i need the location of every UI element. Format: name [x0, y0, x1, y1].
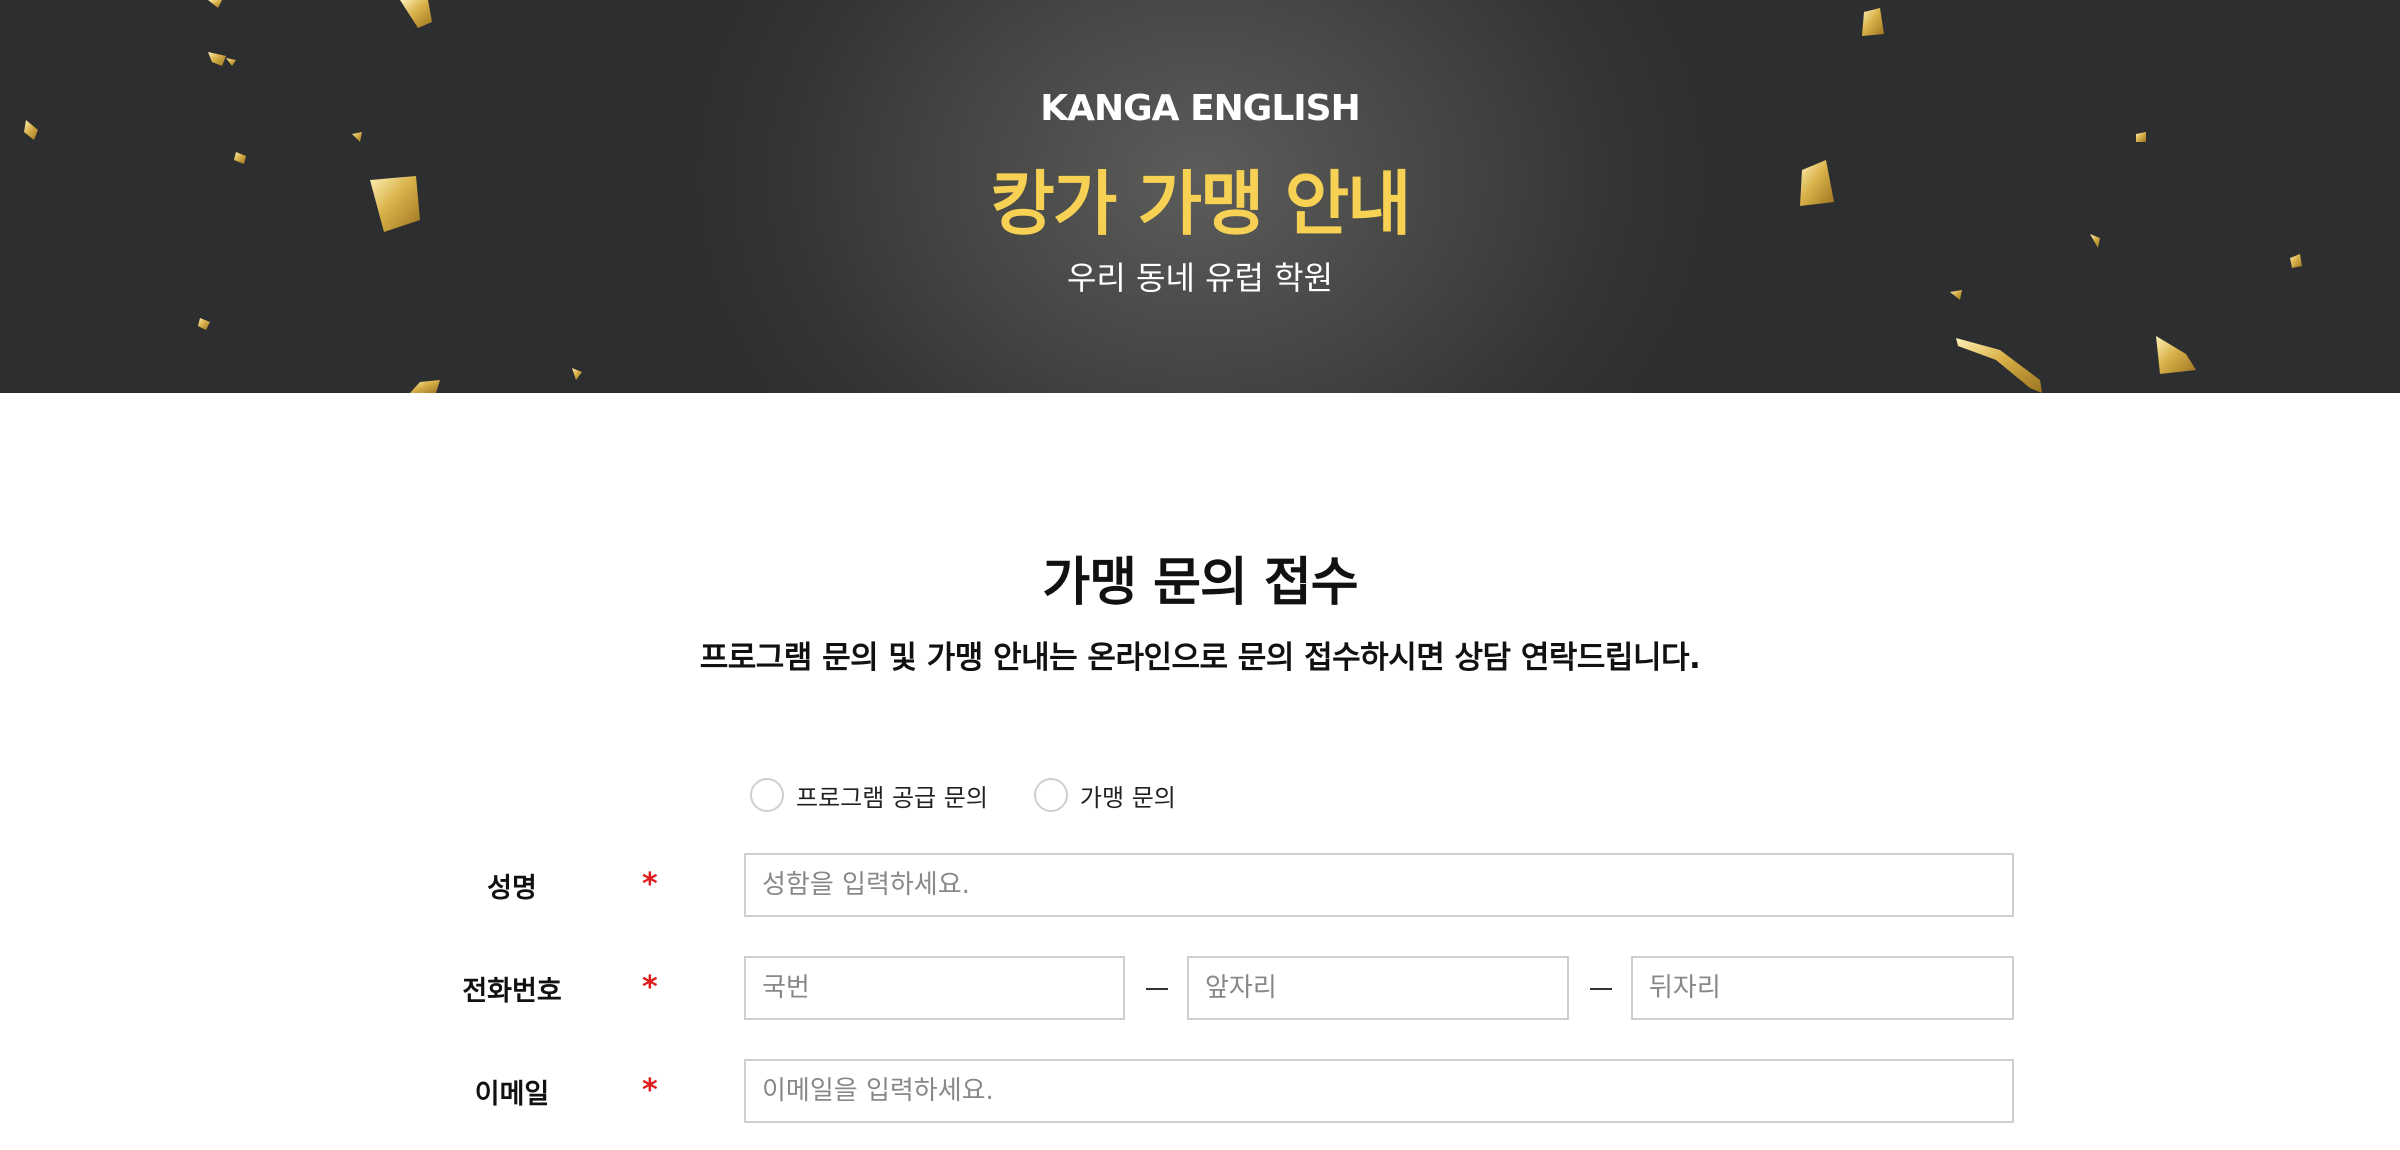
- brand-name: KANGA ENGLISH: [1040, 88, 1361, 129]
- radio-label: 프로그램 공급 문의: [796, 783, 988, 812]
- inquiry-title: 가맹 문의 접수: [1042, 553, 1358, 613]
- phone-separator: [1590, 988, 1612, 990]
- radio-button[interactable]: [1033, 778, 1068, 812]
- email-label: 이메일: [474, 1079, 550, 1110]
- phone-back-input[interactable]: [1631, 956, 2014, 1020]
- inquiry-type-radio-group: 프로그램 공급 문의 가맹 문의: [750, 775, 1222, 815]
- radio-button[interactable]: [750, 778, 784, 812]
- phone-area-input[interactable]: [744, 956, 1125, 1020]
- required-mark: *: [642, 1073, 658, 1108]
- banner-headline: 캉가 가맹 안내: [990, 163, 1411, 245]
- phone-label: 전화번호: [462, 976, 562, 1007]
- phone-front-input[interactable]: [1187, 956, 1569, 1020]
- required-mark: *: [642, 970, 658, 1005]
- email-input[interactable]: [744, 1059, 2014, 1123]
- required-mark: *: [642, 867, 658, 902]
- radio-franchise-inquiry[interactable]: 가맹 문의: [1033, 778, 1176, 813]
- hero-banner: KANGA ENGLISH 캉가 가맹 안내 우리 동네 유럽 학원: [0, 0, 2400, 393]
- name-label: 성명: [487, 873, 537, 904]
- inquiry-description: 프로그램 문의 및 가맹 안내는 온라인으로 문의 접수하시면 상담 연락드립니…: [699, 640, 1701, 676]
- radio-label: 가맹 문의: [1079, 783, 1176, 812]
- name-input[interactable]: [744, 853, 2014, 917]
- banner-tagline: 우리 동네 유럽 학원: [1066, 259, 1334, 297]
- radio-program-supply-inquiry[interactable]: 프로그램 공급 문의: [750, 778, 988, 813]
- phone-separator: [1146, 988, 1168, 990]
